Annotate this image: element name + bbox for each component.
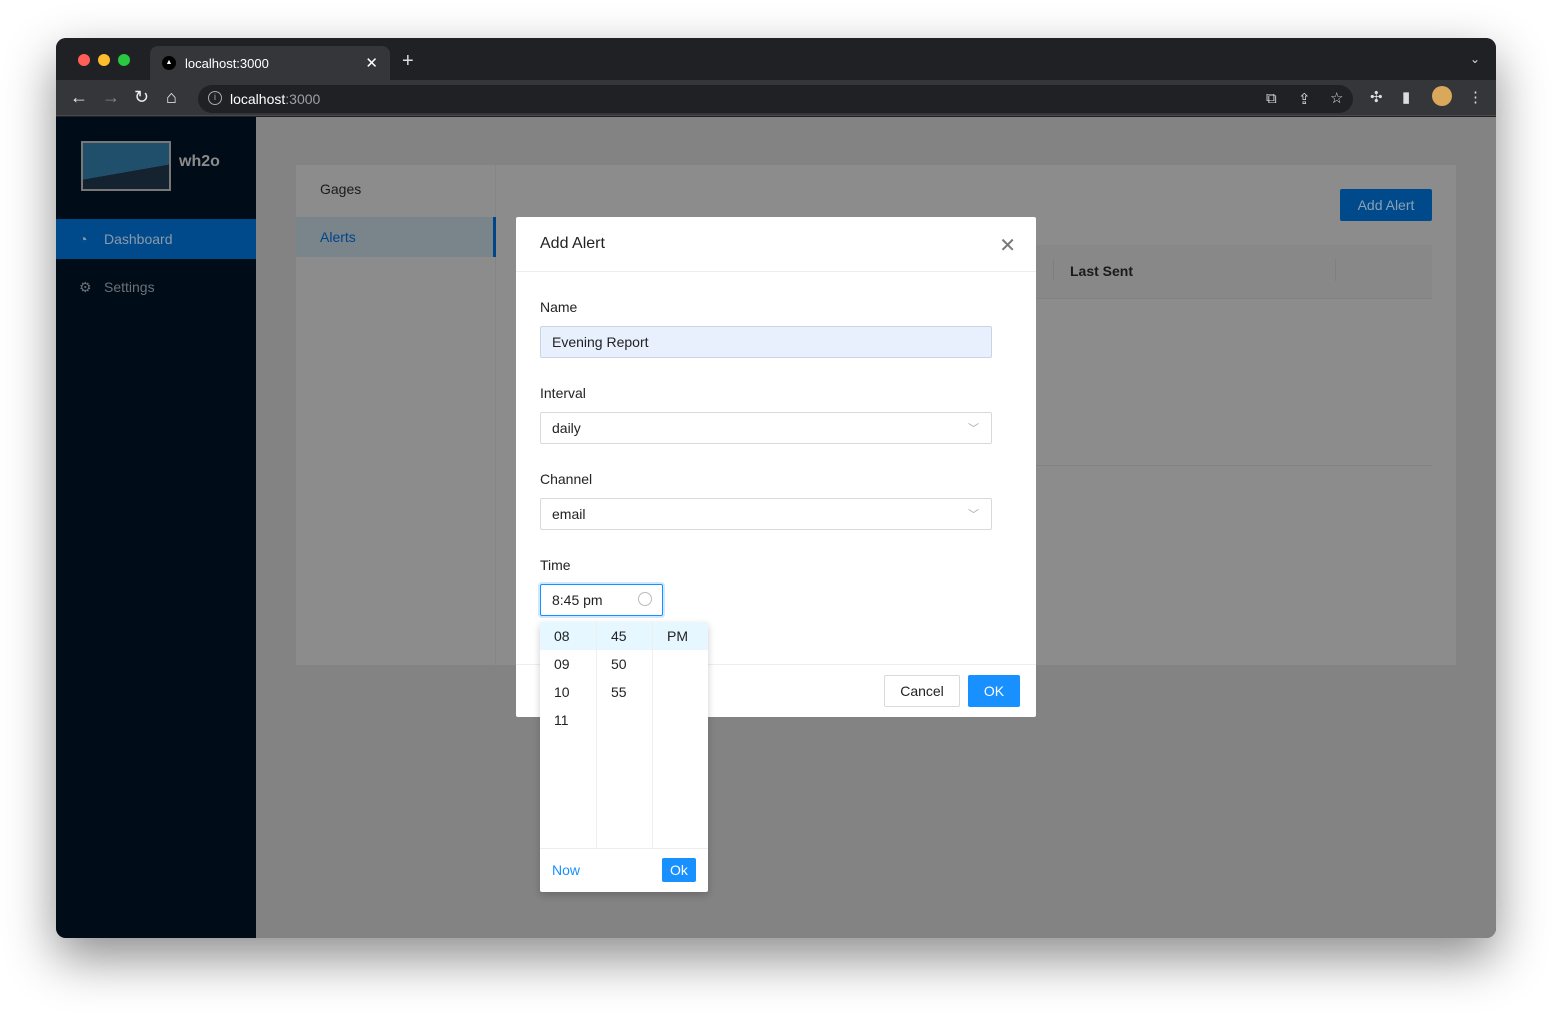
browser-menu-icon[interactable]: ⋮: [1468, 88, 1483, 106]
url-host: localhost: [230, 91, 286, 107]
sidebar-item-dashboard[interactable]: ◔ Dashboard: [56, 219, 256, 259]
sidebar-item-settings[interactable]: ⚙ Settings: [56, 267, 256, 307]
channel-label: Channel: [540, 471, 593, 487]
info-icon[interactable]: i: [208, 91, 222, 105]
forward-icon[interactable]: →: [102, 87, 120, 108]
hour-option[interactable]: 08: [540, 622, 596, 650]
now-button[interactable]: Now: [552, 862, 580, 878]
open-external-icon[interactable]: ⧉: [1266, 90, 1277, 107]
chevron-down-icon: ﹀: [968, 423, 979, 435]
subnav-item-gages[interactable]: Gages: [296, 169, 496, 209]
profile-avatar[interactable]: [1432, 86, 1452, 106]
browser-window: ▲ localhost:3000 ✕ + ⌄ ← → ↻ ⌂ i localho…: [56, 38, 1496, 938]
subnav-item-alerts[interactable]: Alerts: [296, 217, 496, 257]
minimize-window-button[interactable]: [98, 54, 110, 66]
modal-title: Add Alert: [516, 217, 1036, 272]
column-header-last-sent: Last Sent: [1070, 263, 1134, 279]
favicon-icon: ▲: [162, 56, 176, 70]
period-column[interactable]: PM: [653, 622, 708, 848]
add-alert-button[interactable]: Add Alert: [1340, 189, 1432, 221]
interval-value: daily: [552, 420, 581, 436]
maximize-window-button[interactable]: [118, 54, 130, 66]
minute-option[interactable]: 55: [597, 678, 652, 706]
column-divider: [1053, 259, 1054, 281]
table-header: Last Sent: [996, 245, 1432, 299]
tab-search-chevron-icon[interactable]: ⌄: [1470, 52, 1480, 66]
new-tab-icon[interactable]: +: [402, 50, 414, 73]
hour-option[interactable]: 10: [540, 678, 596, 706]
dashboard-icon: ◔: [79, 231, 88, 247]
logo: [81, 141, 171, 191]
time-picker-footer: Now Ok: [540, 848, 708, 892]
home-icon[interactable]: ⌂: [166, 87, 177, 108]
minute-option[interactable]: 50: [597, 650, 652, 678]
url-port: :3000: [285, 91, 321, 107]
ok-button[interactable]: OK: [968, 675, 1020, 707]
close-icon[interactable]: ✕: [999, 233, 1016, 258]
interval-select[interactable]: daily ﹀: [540, 412, 992, 444]
cancel-button[interactable]: Cancel: [884, 675, 960, 707]
sidebar-toggle-icon[interactable]: ▮: [1402, 88, 1410, 106]
interval-label: Interval: [540, 385, 586, 401]
browser-tab[interactable]: ▲ localhost:3000 ✕: [150, 46, 390, 80]
reload-icon[interactable]: ↻: [134, 87, 149, 108]
sidebar: wh2o ◔ Dashboard ⚙ Settings: [56, 117, 256, 938]
close-window-button[interactable]: [78, 54, 90, 66]
url-text: localhost:3000: [230, 91, 320, 107]
time-input[interactable]: 8:45 pm: [540, 584, 663, 616]
time-ok-button[interactable]: Ok: [662, 858, 696, 882]
back-icon[interactable]: ←: [70, 87, 88, 108]
channel-select[interactable]: email ﹀: [540, 498, 992, 530]
time-label: Time: [540, 557, 571, 573]
hour-option[interactable]: 11: [540, 706, 596, 734]
chevron-down-icon: ﹀: [968, 509, 979, 521]
channel-value: email: [552, 506, 586, 522]
extensions-icon[interactable]: ✣: [1370, 88, 1383, 106]
tab-bar: ▲ localhost:3000 ✕ + ⌄: [56, 38, 1496, 80]
gear-icon: ⚙: [79, 279, 92, 295]
minute-column[interactable]: 45 50 55: [597, 622, 653, 848]
page-content: wh2o ◔ Dashboard ⚙ Settings Gages Alerts…: [56, 117, 1496, 938]
column-divider: [1335, 259, 1336, 281]
period-option[interactable]: PM: [653, 622, 708, 650]
sidebar-item-label: Settings: [104, 279, 155, 295]
name-input[interactable]: Evening Report: [540, 326, 992, 358]
hour-option[interactable]: 09: [540, 650, 596, 678]
browser-toolbar: ← → ↻ ⌂ i localhost:3000 ⧉ ⇪ ☆ ✣ ▮ ⋮: [56, 80, 1496, 116]
time-picker-dropdown: 08 09 10 11 45 50 55 PM Now Ok: [540, 622, 708, 892]
brand-name: wh2o: [179, 153, 220, 170]
bookmark-star-icon[interactable]: ☆: [1330, 89, 1343, 107]
tab-title: localhost:3000: [185, 56, 269, 71]
close-tab-icon[interactable]: ✕: [365, 54, 378, 72]
minute-option[interactable]: 45: [597, 622, 652, 650]
table-divider: [996, 465, 1432, 466]
hour-column[interactable]: 08 09 10 11: [540, 622, 597, 848]
time-value: 8:45 pm: [552, 592, 603, 608]
sidebar-item-label: Dashboard: [104, 231, 173, 247]
address-bar[interactable]: i localhost:3000 ⧉ ⇪ ☆: [198, 85, 1353, 113]
sub-navigation: Gages Alerts: [296, 165, 496, 665]
share-icon[interactable]: ⇪: [1298, 90, 1311, 108]
name-label: Name: [540, 299, 578, 315]
clock-icon: [638, 592, 652, 606]
